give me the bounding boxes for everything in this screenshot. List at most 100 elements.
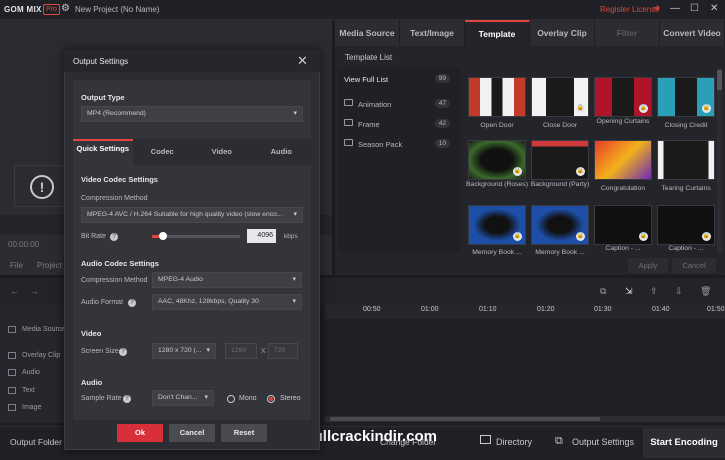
gear-icon[interactable]: ⚙ xyxy=(61,3,70,14)
upload-icon[interactable]: ⇪ xyxy=(650,286,658,297)
bit-rate-slider-handle[interactable] xyxy=(158,232,167,240)
import-icon[interactable]: ⇲ xyxy=(625,286,633,297)
template-scrollbar[interactable] xyxy=(717,68,722,253)
template-thumb[interactable]: 🔒 xyxy=(468,140,526,180)
screen-size-select[interactable]: 1280 x 720 (... ▾ xyxy=(152,343,216,359)
bit-rate-input[interactable]: 4096 xyxy=(247,229,276,243)
ruler-tick: 01:50 xyxy=(707,306,725,313)
close-icon[interactable]: ✕ xyxy=(297,53,308,69)
tab-filter[interactable]: Filter xyxy=(595,20,660,46)
category-frame[interactable]: Frame 42 xyxy=(338,115,456,135)
audio-compression-label: Compression Method xyxy=(81,277,148,284)
media-track-icon xyxy=(8,326,16,333)
template-thumb[interactable] xyxy=(657,140,715,180)
undo-icon[interactable]: ← xyxy=(10,286,19,296)
count-badge: 42 xyxy=(434,119,450,128)
template-caption: Memory Book ... xyxy=(535,249,585,256)
download-icon[interactable]: ⇩ xyxy=(675,286,683,297)
close-icon[interactable]: ✕ xyxy=(710,3,718,14)
apply-button[interactable]: Apply xyxy=(628,258,668,273)
tab-overlay-clip[interactable]: Overlay Clip xyxy=(530,20,595,46)
template-caption: Caption - ... xyxy=(668,245,704,252)
template-thumb[interactable]: 🔒 xyxy=(657,205,715,245)
start-encoding-button[interactable]: Start Encoding xyxy=(643,428,725,458)
audio-heading: Audio xyxy=(81,378,103,387)
directory-label: Directory xyxy=(496,437,533,447)
template-thumb[interactable] xyxy=(468,77,526,117)
mono-radio[interactable] xyxy=(227,395,235,403)
template-thumb[interactable]: 🔒 xyxy=(531,140,589,180)
maximize-icon[interactable]: ☐ xyxy=(690,3,699,14)
video-compression-select[interactable]: MPEG-4 AVC / H.264 Suitable for high qua… xyxy=(81,207,303,223)
category-animation[interactable]: Animation 47 xyxy=(338,95,456,115)
help-icon[interactable]: ? xyxy=(119,348,127,356)
redo-icon[interactable]: → xyxy=(30,286,39,296)
template-thumb[interactable]: 🔒 xyxy=(531,77,589,117)
timeline-scroll-thumb[interactable] xyxy=(330,417,600,421)
scrollbar-thumb[interactable] xyxy=(717,70,722,90)
settings-tabs: Quick Settings Codec Video Audio xyxy=(73,139,311,165)
export-icon[interactable]: ⧉ xyxy=(600,286,606,297)
tab-video[interactable]: Video xyxy=(192,139,252,165)
template-thumb[interactable]: 🔒 xyxy=(657,77,715,117)
ok-button[interactable]: Ok xyxy=(117,424,163,442)
audio-format-value: AAC, 48Khz, 128kbps, Quality 30 xyxy=(158,298,259,305)
audio-compression-select[interactable]: MPEG-4 Audio ▾ xyxy=(152,272,302,288)
category-season-pack[interactable]: Season Pack 10 xyxy=(338,135,456,155)
template-thumb[interactable]: 🔒 xyxy=(531,205,589,245)
app-window: GOM MIX Pro ⚙ New Project (No Name) Regi… xyxy=(0,0,725,460)
overlay-track-icon xyxy=(8,352,16,359)
height-input[interactable]: 720 xyxy=(268,343,298,359)
width-input[interactable]: 1280 xyxy=(225,343,257,359)
tab-file[interactable]: File xyxy=(10,261,23,270)
login-icon[interactable]: ➜ xyxy=(652,3,660,14)
bit-rate-unit: kbps xyxy=(284,233,298,240)
category-label: Animation xyxy=(358,100,392,109)
tab-project[interactable]: Project xyxy=(37,261,62,270)
lock-icon: 🔒 xyxy=(702,232,711,241)
size-separator: X xyxy=(261,348,266,355)
video-heading: Video xyxy=(81,329,102,338)
delete-icon[interactable]: 🗑 xyxy=(700,286,711,297)
folder-icon xyxy=(344,99,353,106)
text-track-icon xyxy=(8,387,16,394)
tab-text-image[interactable]: Text/Image xyxy=(400,20,465,46)
template-list-label: Template List xyxy=(345,53,393,62)
minimize-icon[interactable]: — xyxy=(670,3,680,14)
output-type-value: MP4 (Recommend) xyxy=(87,110,146,117)
view-full-list[interactable]: View Full List 99 xyxy=(338,70,456,90)
tab-template[interactable]: Template xyxy=(465,20,530,46)
template-cancel-button[interactable]: Cancel xyxy=(672,258,716,273)
lock-icon: 🔒 xyxy=(576,104,585,113)
help-icon[interactable]: ? xyxy=(128,299,136,307)
template-thumb[interactable]: 🔒 xyxy=(594,205,652,245)
reset-button[interactable]: Reset xyxy=(221,424,267,442)
template-caption: Congratulation xyxy=(600,185,646,192)
chevron-down-icon: ▾ xyxy=(292,276,296,283)
directory-button[interactable]: Directory xyxy=(470,428,540,458)
sample-rate-select[interactable]: Don't Chan... ▾ xyxy=(152,390,214,406)
tab-quick-settings[interactable]: Quick Settings xyxy=(73,139,133,165)
stereo-label: Stereo xyxy=(280,395,301,402)
tab-convert-video[interactable]: Convert Video xyxy=(660,20,725,46)
track-label: Overlay Clip xyxy=(22,352,61,359)
category-label: Frame xyxy=(358,120,380,129)
register-license-link[interactable]: Register License xyxy=(600,5,660,14)
count-badge: 99 xyxy=(434,74,450,83)
help-icon[interactable]: ? xyxy=(123,395,131,403)
cancel-button[interactable]: Cancel xyxy=(169,424,215,442)
warning-icon: ! xyxy=(30,175,54,199)
video-codec-heading: Video Codec Settings xyxy=(81,175,158,184)
tab-media-source[interactable]: Media Source xyxy=(335,20,400,46)
template-thumb[interactable]: 🔒 xyxy=(594,77,652,117)
tab-codec[interactable]: Codec xyxy=(132,139,192,165)
output-type-select[interactable]: MP4 (Recommend) ▾ xyxy=(81,106,303,122)
help-icon[interactable]: ? xyxy=(110,233,118,241)
output-settings-button[interactable]: ⧉ Output Settings xyxy=(543,428,643,458)
stereo-radio[interactable] xyxy=(267,395,275,403)
template-thumb[interactable]: 🔒 xyxy=(468,205,526,245)
tab-audio[interactable]: Audio xyxy=(251,139,311,165)
audio-format-select[interactable]: AAC, 48Khz, 128kbps, Quality 30 ▾ xyxy=(152,294,302,310)
template-thumb[interactable] xyxy=(594,140,652,180)
ruler-tick: 01:20 xyxy=(537,306,555,313)
